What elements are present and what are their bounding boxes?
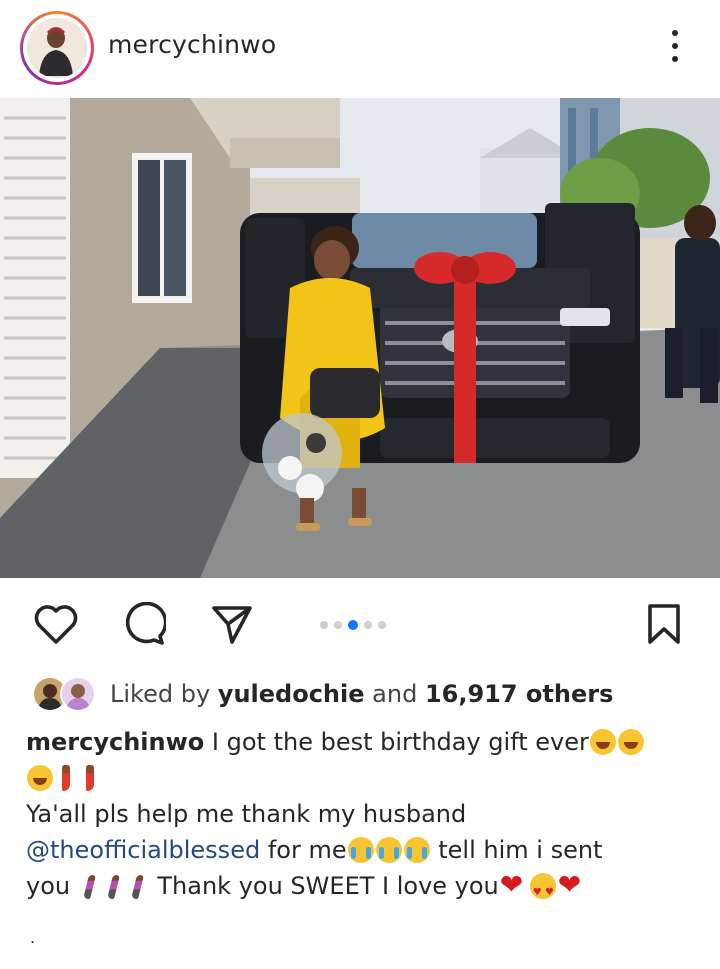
profile-avatar[interactable] (20, 11, 94, 85)
likes-count[interactable]: 16,917 others (425, 680, 613, 708)
heart-icon[interactable] (32, 600, 80, 648)
likes-and: and (372, 680, 418, 708)
post-image[interactable] (0, 98, 720, 578)
rofl-emoji-icon (27, 765, 53, 791)
caption-mention-link[interactable]: @theofficialblessed (26, 836, 260, 864)
dancer-emoji-icon (55, 765, 77, 791)
red-heart-emoji-icon (500, 867, 528, 903)
crying-emoji-icon (375, 837, 402, 863)
carousel-dot (378, 621, 386, 629)
caption-line1: I got the best birthday gift ever (211, 728, 589, 756)
heart-eyes-emoji-icon (529, 873, 556, 911)
post-header: mercychinwo (0, 0, 720, 98)
carousel-dot (364, 621, 372, 629)
likes-summary[interactable]: Liked by yuledochie and 16,917 others (110, 680, 613, 708)
post-caption: mercychinwo I got the best birthday gift… (26, 724, 694, 911)
bookmark-icon[interactable] (640, 600, 688, 648)
crying-emoji-icon (347, 837, 374, 863)
share-icon[interactable] (208, 600, 256, 648)
likes-prefix: Liked by (110, 680, 211, 708)
likes-row: Liked by yuledochie and 16,917 others (32, 672, 613, 716)
rofl-emoji-icon (617, 729, 644, 755)
caption-part3a: for me (267, 836, 347, 864)
runner-emoji-icon (103, 873, 125, 899)
more-options-icon[interactable] (660, 26, 690, 66)
liker-username[interactable]: yuledochie (218, 680, 365, 708)
carousel-dot (320, 621, 328, 629)
caption-part3b: tell him i sent (438, 836, 603, 864)
runner-emoji-icon (127, 873, 149, 899)
red-heart-emoji-icon (558, 867, 586, 903)
caption-part4a: you (26, 872, 71, 900)
carousel-dot-active (348, 620, 358, 630)
caption-username[interactable]: mercychinwo (26, 728, 204, 756)
carousel-dot (334, 621, 342, 629)
post-actions-bar (0, 590, 720, 660)
dancer-emoji-icon (79, 765, 101, 791)
liker-avatar[interactable] (60, 676, 96, 712)
carousel-indicator (320, 620, 386, 630)
caption-line2: Ya'all pls help me thank my husband (26, 800, 467, 828)
runner-emoji-icon (79, 873, 101, 899)
caption-trailing-mark: . (30, 928, 36, 947)
caption-part4b: Thank you SWEET I love you (157, 872, 499, 900)
comment-icon[interactable] (120, 600, 168, 648)
rofl-emoji-icon (589, 729, 616, 755)
crying-emoji-icon (403, 837, 430, 863)
post-username[interactable]: mercychinwo (108, 30, 276, 59)
